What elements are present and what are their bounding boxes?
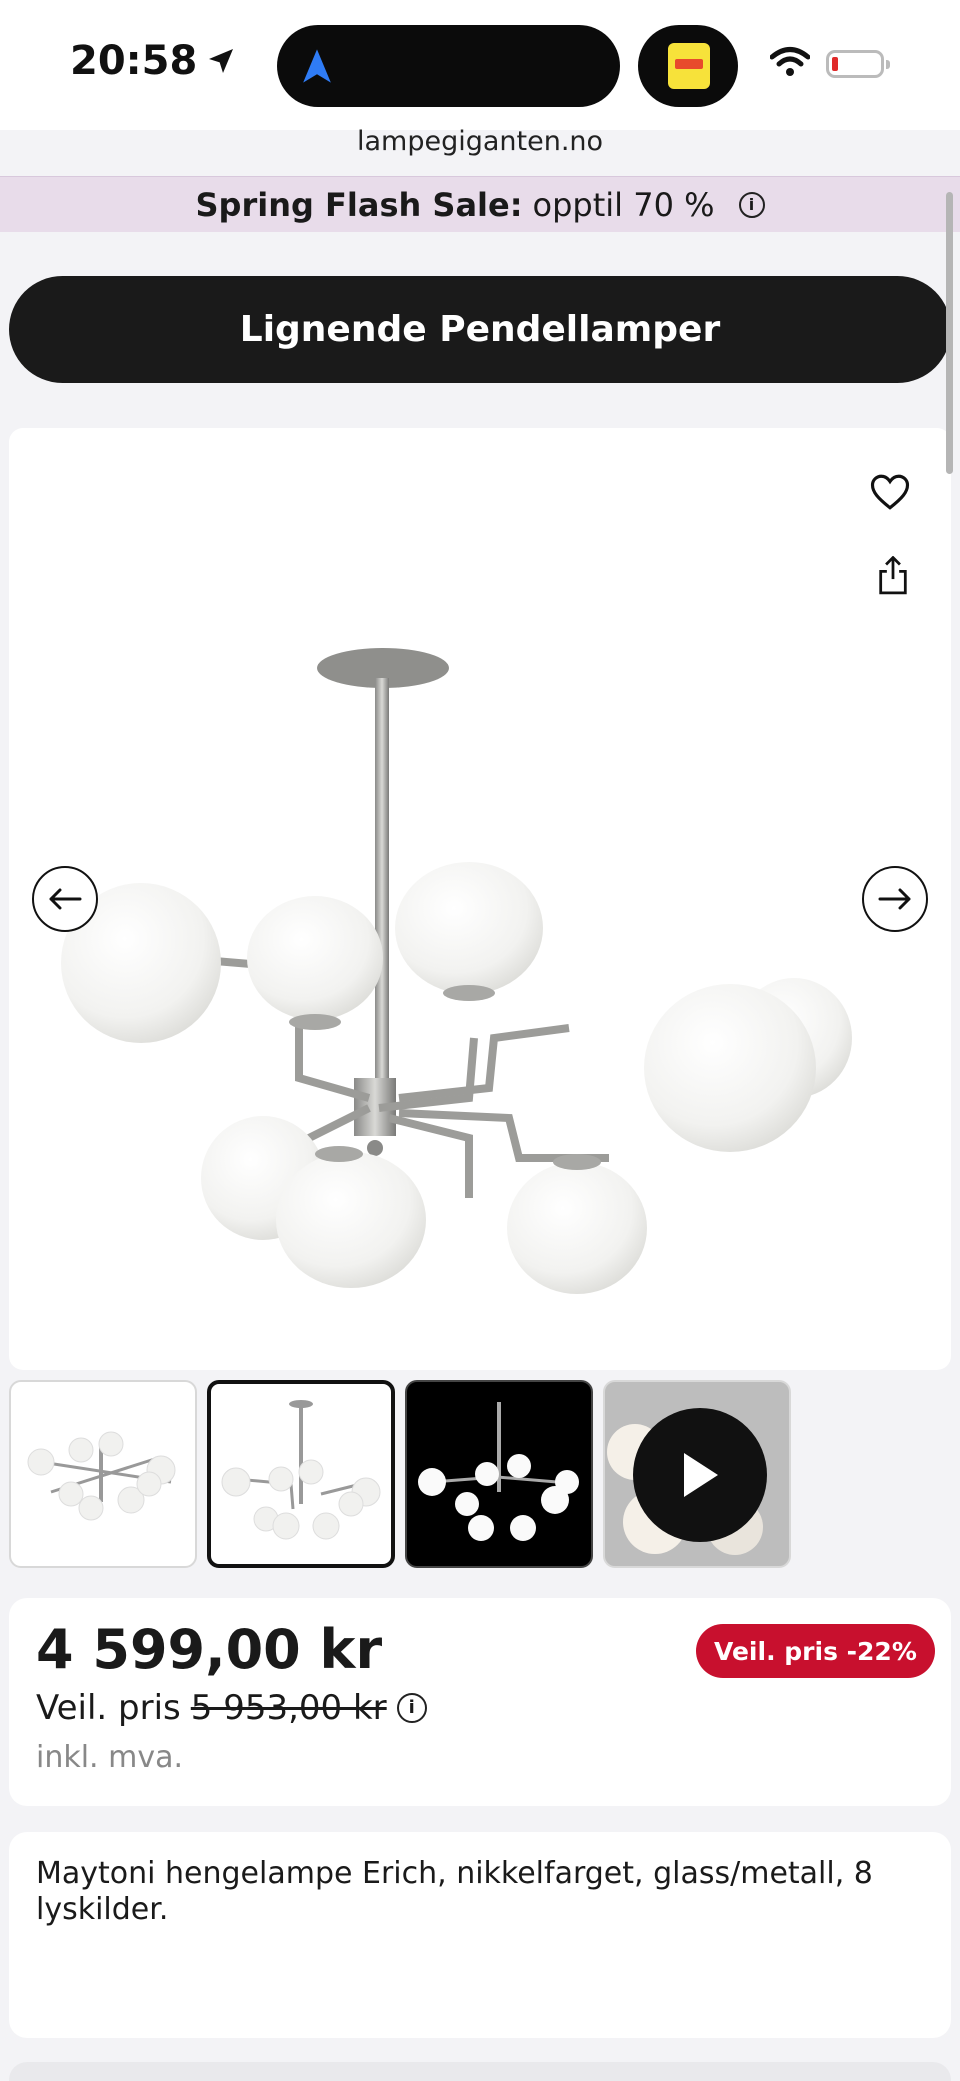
live-activity-app xyxy=(638,25,738,107)
banner-title: Spring Flash Sale: xyxy=(195,185,523,224)
video-thumbnail[interactable] xyxy=(603,1380,791,1568)
next-section xyxy=(9,2062,951,2081)
thumbnail[interactable] xyxy=(405,1380,593,1568)
thumbnail-image xyxy=(27,1431,176,1521)
info-icon[interactable]: i xyxy=(396,1693,427,1723)
banner-text: opptil 70 % xyxy=(532,185,715,224)
location-arrow-icon xyxy=(209,49,234,73)
wifi-icon xyxy=(770,47,810,76)
recommended-price-row: Veil. pris 5 953,00 kr i xyxy=(36,1688,427,1728)
flash-sale-banner[interactable]: Spring Flash Sale: opptil 70 % i xyxy=(0,176,960,232)
previous-image-button[interactable] xyxy=(32,866,98,932)
heart-icon[interactable] xyxy=(869,472,911,512)
arrow-right-icon xyxy=(878,888,911,910)
thumbnail[interactable] xyxy=(9,1380,197,1568)
vat-note: inkl. mva. xyxy=(36,1740,184,1775)
thumbnail-selected[interactable] xyxy=(207,1380,395,1568)
battery-icon xyxy=(826,50,890,78)
discount-badge: Veil. pris -22% xyxy=(696,1624,935,1678)
recommended-price: 5 953,00 kr xyxy=(190,1688,387,1728)
app-thumbnail-icon xyxy=(668,43,710,89)
scrollbar[interactable] xyxy=(946,192,953,474)
url-bar[interactable]: lampegiganten.no xyxy=(0,126,960,157)
play-icon xyxy=(684,1453,718,1497)
info-icon[interactable]: i xyxy=(738,191,765,218)
price-card: 4 599,00 kr Veil. pris -22% Veil. pris 5… xyxy=(9,1598,951,1806)
description-card: Maytoni hengelampe Erich, nikkelfarget, … xyxy=(9,1832,951,2038)
status-bar: 20:58 lampegiganten.no xyxy=(0,0,960,157)
next-image-button[interactable] xyxy=(862,866,928,932)
product-description: Maytoni hengelampe Erich, nikkelfarget, … xyxy=(36,1856,873,1927)
clock: 20:58 xyxy=(70,38,198,84)
thumbnail-strip xyxy=(9,1380,791,1568)
similar-products-button[interactable]: Lignende Pendellamper xyxy=(9,276,951,383)
product-photo xyxy=(61,648,852,1294)
thumbnail-image xyxy=(418,1402,579,1541)
thumbnail-image xyxy=(221,1400,381,1540)
price: 4 599,00 kr xyxy=(36,1618,383,1681)
play-button[interactable] xyxy=(633,1408,767,1542)
navigation-arrow-icon xyxy=(303,49,331,83)
recommended-price-label: Veil. pris xyxy=(36,1688,181,1728)
status-time: 20:58 xyxy=(70,38,237,84)
product-image-gallery xyxy=(9,428,951,1370)
arrow-left-icon xyxy=(49,888,82,910)
